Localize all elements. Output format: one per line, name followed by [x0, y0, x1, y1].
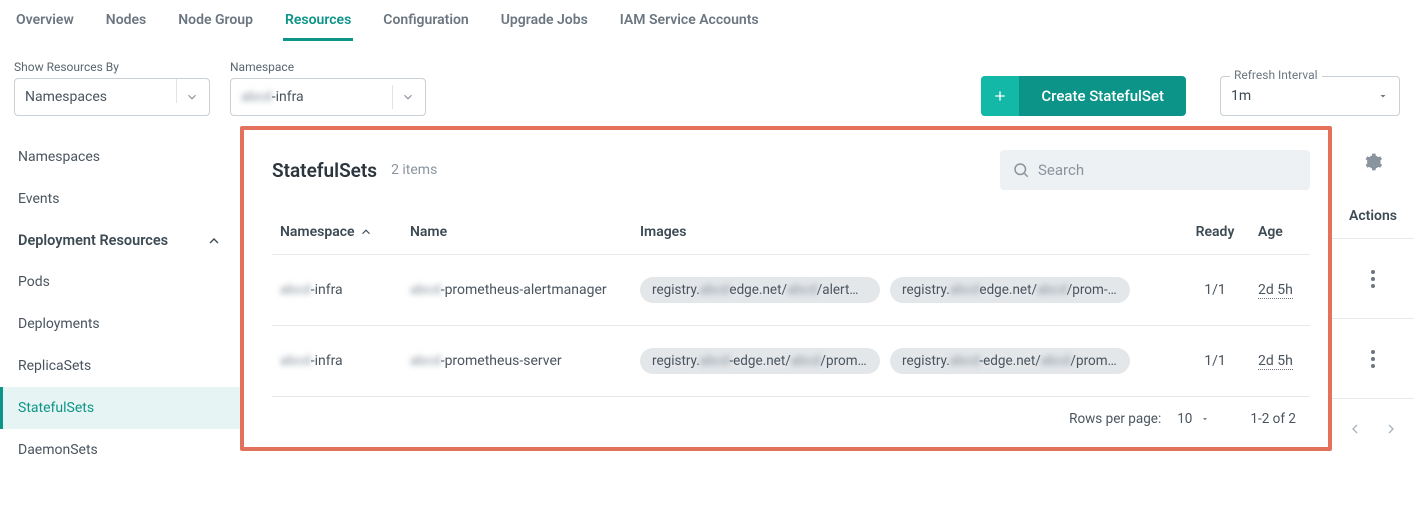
chevron-up-icon: [206, 233, 222, 249]
col-name[interactable]: Name: [402, 214, 632, 255]
col-ready[interactable]: Ready: [1180, 214, 1250, 255]
caret-down-icon: [1377, 90, 1389, 102]
show-resources-by-label: Show Resources By: [14, 60, 210, 74]
image-chip: registry.abcd-edge.net/abcd/prometh…: [890, 348, 1130, 374]
show-resources-by-field: Show Resources By Namespaces: [14, 60, 210, 116]
col-namespace[interactable]: Namespace: [272, 214, 402, 255]
cell-images: registry.abcdedge.net/abcd/alertma… regis…: [632, 255, 1180, 326]
row-actions[interactable]: [1332, 238, 1414, 318]
sidebar-item-statefulsets[interactable]: StatefulSets: [0, 387, 240, 429]
tab-nodes[interactable]: Nodes: [104, 8, 148, 41]
create-statefulset-button[interactable]: Create StatefulSet: [981, 76, 1186, 116]
highlighted-panel: StatefulSets 2 items Names: [240, 126, 1332, 451]
kebab-icon: [1365, 344, 1381, 374]
plus-icon: [981, 76, 1019, 116]
namespace-label: Namespace: [230, 60, 426, 74]
tab-upgrade-jobs[interactable]: Upgrade Jobs: [499, 8, 590, 41]
col-images[interactable]: Images: [632, 214, 1180, 255]
cell-ready: 1/1: [1180, 326, 1250, 397]
show-resources-by-value: Namespaces: [25, 89, 168, 105]
sidebar-group-deployment-resources[interactable]: Deployment Resources: [0, 220, 240, 261]
tab-iam-service-accounts[interactable]: IAM Service Accounts: [618, 8, 761, 41]
sidebar-item-pods[interactable]: Pods: [0, 261, 240, 303]
refresh-interval-field: Refresh Interval 1m: [1220, 76, 1400, 116]
caret-down-icon: [1200, 414, 1210, 424]
filter-bar: Show Resources By Namespaces Namespace a…: [0, 42, 1414, 126]
tab-resources[interactable]: Resources: [283, 8, 353, 41]
sort-asc-icon: [359, 225, 373, 239]
kebab-icon: [1365, 264, 1381, 294]
namespace-field: Namespace abcd▨▨▨-infra-infra: [230, 60, 426, 116]
create-button-label: Create StatefulSet: [1019, 87, 1186, 105]
page-next-icon[interactable]: [1383, 421, 1399, 437]
sidebar-item-daemonsets[interactable]: DaemonSets: [0, 429, 240, 471]
table-footer: Rows per page: 10 1-2 of 2: [272, 396, 1310, 441]
statefulsets-table: Namespace Name Images Ready Age abcd-in: [272, 214, 1310, 396]
chevron-down-icon: [401, 90, 415, 104]
pager: [1332, 398, 1414, 450]
sidebar-item-events[interactable]: Events: [0, 178, 240, 220]
cell-images: registry.abcd-edge.net/abcd/prom-co… regi…: [632, 326, 1180, 397]
cell-name: abcd-prometheus-alertmanager: [402, 255, 632, 326]
cell-namespace: abcd-infra: [272, 255, 402, 326]
row-actions[interactable]: [1332, 318, 1414, 398]
cell-name: abcd-prometheus-server: [402, 326, 632, 397]
col-actions: Actions: [1332, 198, 1414, 238]
content-area: StatefulSets 2 items Names: [240, 126, 1414, 471]
search-icon: [1012, 161, 1030, 179]
show-resources-by-select[interactable]: Namespaces: [14, 78, 210, 116]
main-layout: NamespacesEventsDeployment ResourcesPods…: [0, 126, 1414, 471]
cell-ready: 1/1: [1180, 255, 1250, 326]
top-tabs: Overview Nodes Node Group Resources Configur…: [0, 0, 1414, 42]
sidebar-item-replicasets[interactable]: ReplicaSets: [0, 345, 240, 387]
tab-node-group[interactable]: Node Group: [176, 8, 255, 41]
gear-icon[interactable]: [1363, 152, 1383, 172]
page-prev-icon[interactable]: [1347, 421, 1363, 437]
refresh-interval-value: 1m: [1231, 88, 1251, 104]
image-chip: registry.abcd-edge.net/abcd/prom-co…: [640, 348, 880, 374]
refresh-interval-select[interactable]: 1m: [1220, 76, 1400, 116]
rows-per-page[interactable]: Rows per page: 10: [1069, 411, 1210, 427]
cell-namespace: abcd-infra: [272, 326, 402, 397]
tab-overview[interactable]: Overview: [14, 8, 76, 41]
search-box[interactable]: [1000, 150, 1310, 190]
namespace-select[interactable]: abcd▨▨▨-infra-infra: [230, 78, 426, 116]
cell-age: 2d 5h: [1250, 255, 1310, 326]
sidebar-item-deployments[interactable]: Deployments: [0, 303, 240, 345]
pagination-range: 1-2 of 2: [1250, 411, 1296, 427]
refresh-interval-label: Refresh Interval: [1230, 68, 1322, 82]
image-chip: registry.abcdedge.net/abcd/alertma…: [640, 277, 880, 303]
chevron-down-icon: [185, 90, 199, 104]
tab-configuration[interactable]: Configuration: [381, 8, 470, 41]
namespace-value: abcd▨▨▨-infra-infra: [241, 89, 384, 105]
col-age[interactable]: Age: [1250, 214, 1310, 255]
sidebar: NamespacesEventsDeployment ResourcesPods…: [0, 126, 240, 471]
sidebar-item-namespaces[interactable]: Namespaces: [0, 136, 240, 178]
panel-title: StatefulSets: [272, 159, 377, 182]
cell-age: 2d 5h: [1250, 326, 1310, 397]
table-row[interactable]: abcd-infraabcd-prometheus-alertmanagerre…: [272, 255, 1310, 326]
right-column: Actions: [1332, 126, 1414, 451]
panel-count: 2 items: [391, 162, 437, 178]
search-input[interactable]: [1038, 161, 1298, 179]
image-chip: registry.abcdedge.net/abcd/prom-co…: [890, 277, 1130, 303]
table-row[interactable]: abcd-infraabcd-prometheus-serverregistry…: [272, 326, 1310, 397]
